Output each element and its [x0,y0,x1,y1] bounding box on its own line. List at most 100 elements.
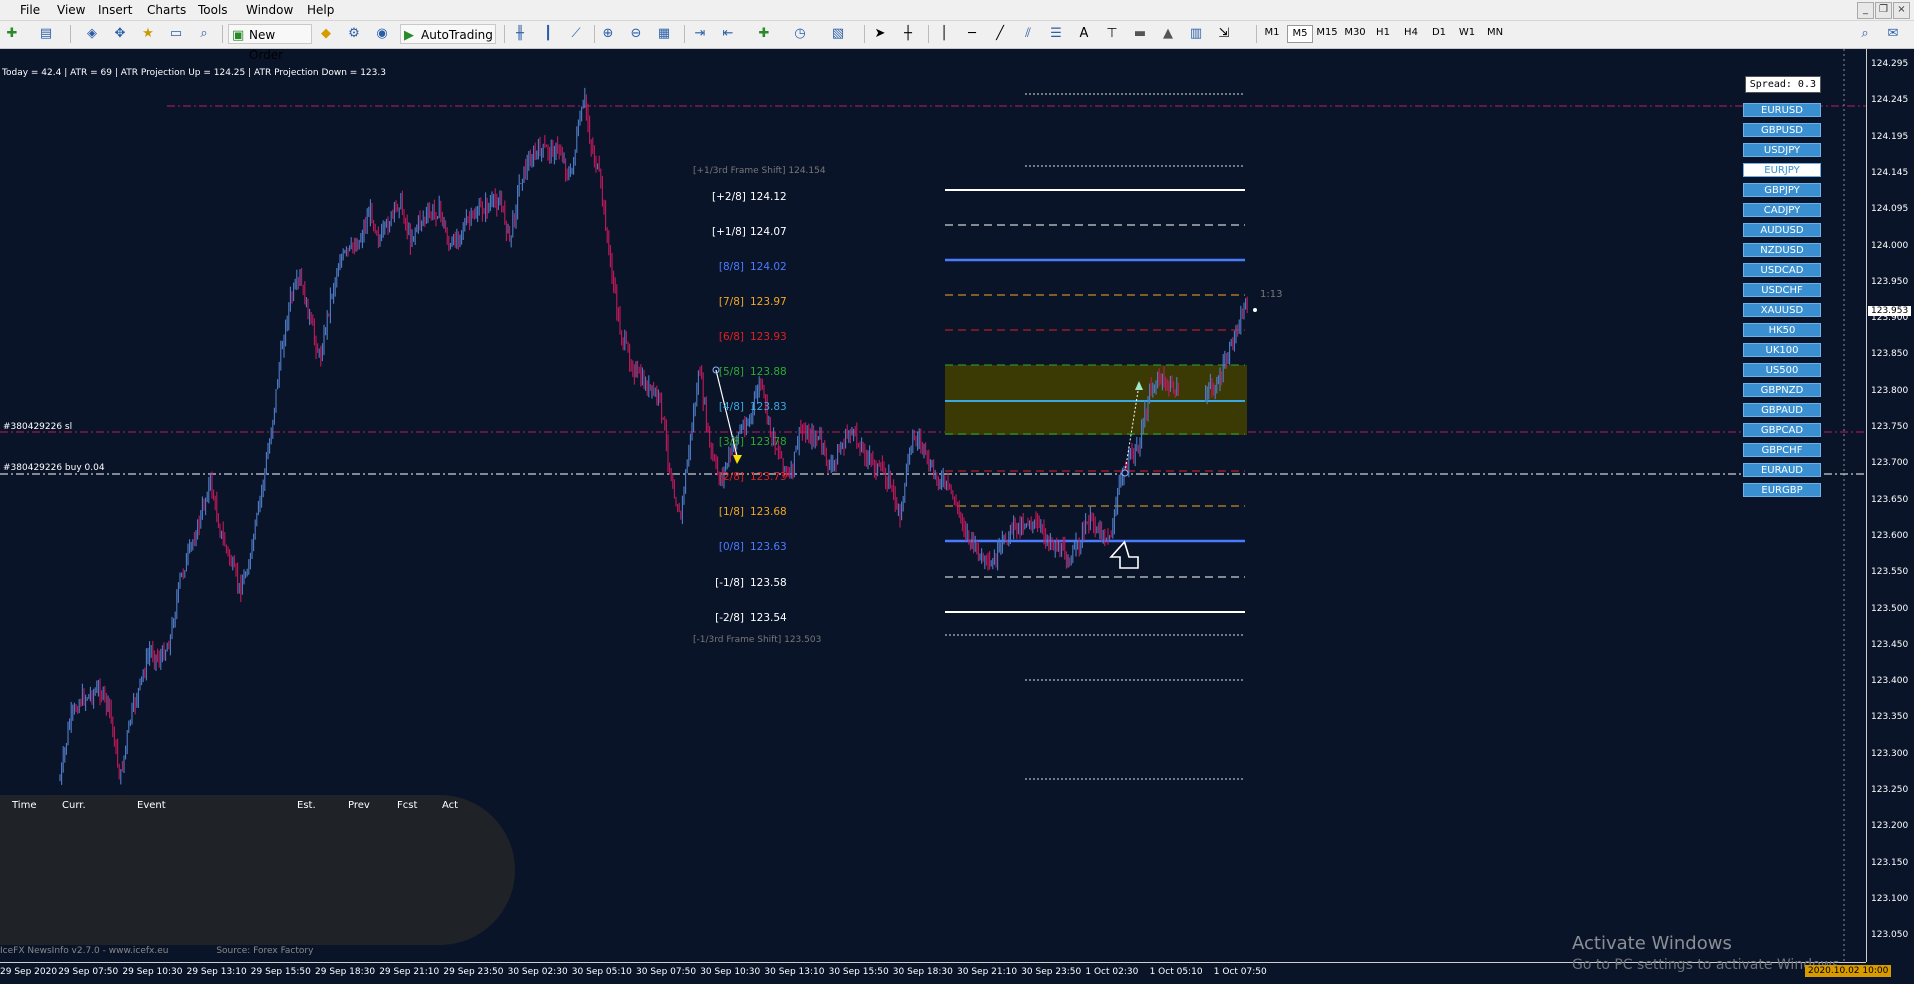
tile-windows-icon[interactable]: ▦ [656,26,672,42]
symbol-button-xauusd[interactable]: XAUUSD [1743,303,1821,317]
symbol-button-euraud[interactable]: EURAUD [1743,463,1821,477]
frame-shift-up-label: [+1/3rd Frame Shift] 124.154 [693,166,826,176]
symbol-button-hk50[interactable]: HK50 [1743,323,1821,337]
symbol-button-eurusd[interactable]: EURUSD [1743,103,1821,117]
vertical-line-icon[interactable]: │ [936,26,952,42]
profiles-icon[interactable]: ▤ [38,26,54,42]
symbol-button-usdjpy[interactable]: USDJPY [1743,143,1821,157]
trendline-icon[interactable]: ╱ [992,26,1008,42]
search-icon[interactable]: ⌕ [1857,26,1873,42]
symbol-button-gbpnzd[interactable]: GBPNZD [1743,383,1821,397]
close-icon[interactable]: × [1893,2,1910,19]
price-label: 123.300 [1871,748,1909,759]
bar-chart-icon[interactable]: ╫ [512,26,528,42]
tf-m5[interactable]: M5 [1287,25,1313,43]
rectangle-icon[interactable]: ▬ [1132,26,1148,42]
new-order-button[interactable]: ▣ New Order [228,24,312,62]
menu-window[interactable]: Window [246,3,293,17]
toolbar: ✚ ▤ ◈ ✥ ★ ▭ ⌕ ▣ New Order ◆ ⚙ ◉ ▶ AutoTr… [0,21,1914,62]
time-label: 30 Sep 15:50 [828,967,889,977]
minimize-icon[interactable]: _ [1857,2,1874,19]
murrey-value: 123.88 [750,366,787,378]
frame-shift-down-label: [-1/3rd Frame Shift] 123.503 [693,635,822,645]
menu-tools[interactable]: Tools [198,3,228,17]
chart-shift-icon[interactable]: ⇥ [692,26,708,42]
time-label: 30 Sep 13:10 [764,967,825,977]
cursor-icon[interactable]: ➤ [872,26,888,42]
tf-m1[interactable]: M1 [1260,27,1284,38]
gann-icon[interactable]: ▥ [1188,26,1204,42]
tester-icon[interactable]: ⌕ [196,26,212,42]
symbol-button-gbpusd[interactable]: GBPUSD [1743,123,1821,137]
menu-help[interactable]: Help [307,3,334,17]
signals-icon[interactable]: ⚙ [346,26,362,42]
chat-icon[interactable]: ✉ [1885,26,1901,42]
market-watch-icon[interactable]: ◈ [84,26,100,42]
tf-mn[interactable]: MN [1483,27,1507,38]
symbol-button-uk100[interactable]: UK100 [1743,343,1821,357]
tf-w1[interactable]: W1 [1455,27,1479,38]
murrey-level: [+1/8] 124.07 [712,226,787,238]
buy-order-label: #380429226 buy 0.04 [3,463,105,473]
symbol-button-gbpcad[interactable]: GBPCAD [1743,423,1821,437]
price-label: 124.145 [1871,167,1909,178]
channel-icon[interactable]: ⫽ [1020,26,1036,42]
horizontal-line-icon[interactable]: ─ [964,26,980,42]
news-header-fcst: Fcst [397,800,418,811]
murrey-value: 123.58 [750,577,787,589]
fibonacci-icon[interactable]: ☰ [1048,26,1064,42]
tf-h1[interactable]: H1 [1371,27,1395,38]
navigator-icon[interactable]: ★ [140,26,156,42]
periods-icon[interactable]: ◷ [792,26,808,42]
symbol-button-usdchf[interactable]: USDCHF [1743,283,1821,297]
tf-m30[interactable]: M30 [1343,27,1367,38]
menu-charts[interactable]: Charts [147,3,186,17]
community-icon[interactable]: ◉ [374,26,390,42]
crosshair-icon[interactable]: ┼ [900,26,916,42]
arrows-icon[interactable]: ⇲ [1216,26,1232,42]
tf-h4[interactable]: H4 [1399,27,1423,38]
autoscroll-icon[interactable]: ⇤ [720,26,736,42]
templates-icon[interactable]: ▧ [830,26,846,42]
tf-m15[interactable]: M15 [1315,27,1339,38]
menu-insert[interactable]: Insert [98,3,132,17]
time-label: 30 Sep 07:50 [636,967,697,977]
symbol-button-usdcad[interactable]: USDCAD [1743,263,1821,277]
symbol-button-nzdusd[interactable]: NZDUSD [1743,243,1821,257]
terminal-icon[interactable]: ▭ [168,26,184,42]
symbol-button-us500[interactable]: US500 [1743,363,1821,377]
candlestick-icon[interactable]: ┃ [540,26,556,42]
symbol-button-eurjpy[interactable]: EURJPY [1743,163,1821,177]
indicators-icon[interactable]: ✚ [756,26,772,42]
zoom-out-icon[interactable]: ⊖ [628,26,644,42]
symbol-button-cadjpy[interactable]: CADJPY [1743,203,1821,217]
restore-icon[interactable]: ❐ [1875,2,1892,19]
murrey-level: [-2/8] 123.54 [712,612,787,624]
price-scale[interactable]: 124.295 124.245 124.195 124.145 124.095 124.0… [1866,49,1914,962]
symbol-button-gbpjpy[interactable]: GBPJPY [1743,183,1821,197]
symbol-button-eurgbp[interactable]: EURGBP [1743,483,1821,497]
murrey-tag: [1/8] [718,506,744,518]
text-icon[interactable]: A [1076,26,1092,42]
text-label-icon[interactable]: ⊤ [1104,26,1120,42]
tf-d1[interactable]: D1 [1427,27,1451,38]
autotrading-button[interactable]: ▶ AutoTrading [400,24,496,44]
metaeditor-icon[interactable]: ◆ [318,26,334,42]
new-chart-icon[interactable]: ✚ [4,26,20,42]
date-badge: 2020.10.02 10:00 [1805,965,1892,977]
triangle-icon[interactable]: ▲ [1160,26,1176,42]
symbol-button-gbpaud[interactable]: GBPAUD [1743,403,1821,417]
zoom-in-icon[interactable]: ⊕ [600,26,616,42]
price-label: 123.950 [1871,276,1909,287]
symbol-button-gbpchf[interactable]: GBPCHF [1743,443,1821,457]
time-label: 30 Sep 02:30 [507,967,568,977]
line-chart-icon[interactable]: ⟋ [568,26,584,42]
autotrading-icon: ▶ [404,28,414,43]
news-header-prev: Prev [348,800,370,811]
symbol-button-audusd[interactable]: AUDUSD [1743,223,1821,237]
menu-view[interactable]: View [57,3,85,17]
time-label: 29 Sep 07:50 [58,967,119,977]
data-window-icon[interactable]: ✥ [112,26,128,42]
news-footer-version: IceFX NewsInfo v2.7.0 - www.icefx.eu [0,946,169,956]
menu-file[interactable]: File [20,3,40,17]
